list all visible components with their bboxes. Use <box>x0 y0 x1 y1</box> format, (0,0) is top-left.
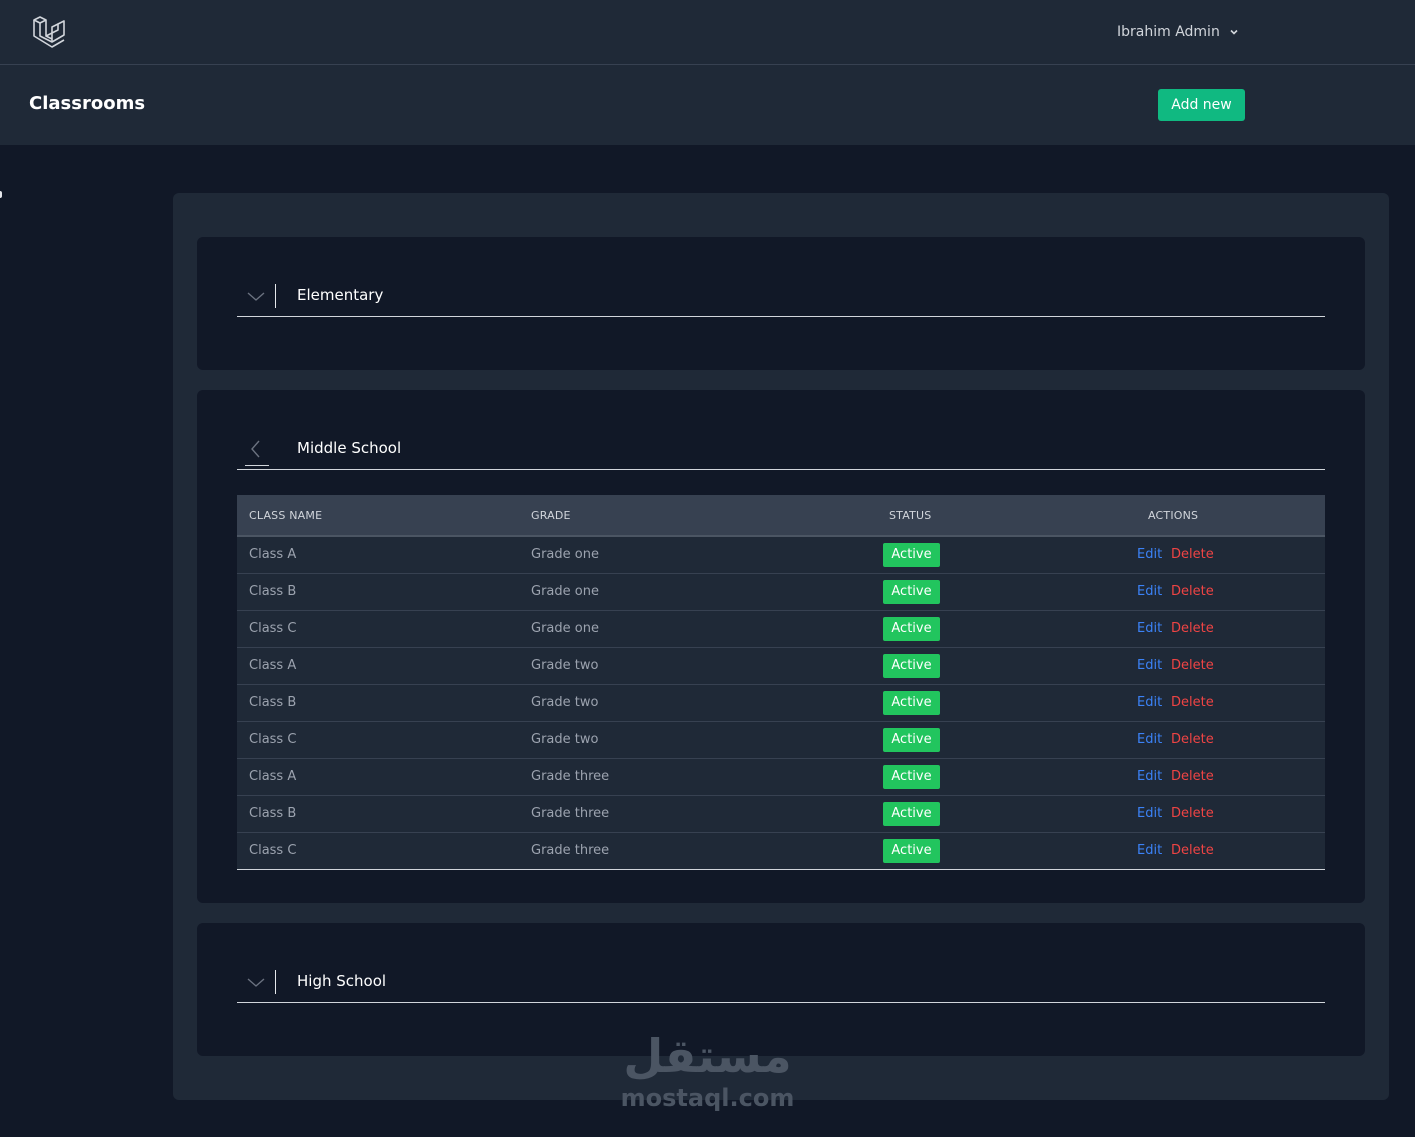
chevron-left-icon <box>251 440 260 458</box>
page-header: Classrooms Add new <box>0 65 1415 145</box>
delete-link[interactable]: Delete <box>1171 806 1214 821</box>
edit-link[interactable]: Edit <box>1137 769 1162 784</box>
user-menu[interactable]: Ibrahim Admin <box>1117 22 1240 42</box>
class-name-cell: Class B <box>249 584 297 599</box>
section-elementary: Elementary <box>197 237 1365 370</box>
table-row: Class B Grade two Active Edit Delete <box>237 685 1325 722</box>
class-name-cell: Class A <box>249 769 297 784</box>
content-card: Elementary Middle School CLASS NAME GRAD… <box>173 193 1389 1100</box>
watermark-logo-latin: mostaql.com <box>620 1084 795 1112</box>
table-row: Class C Grade three Active Edit Delete <box>237 833 1325 870</box>
delete-link[interactable]: Delete <box>1171 621 1214 636</box>
accordion-active-indicator <box>245 465 269 466</box>
table-row: Class B Grade three Active Edit Delete <box>237 796 1325 833</box>
section-title: High School <box>297 972 387 990</box>
table-header: CLASS NAME GRADE STATUS ACTIONS <box>237 495 1325 537</box>
delete-link[interactable]: Delete <box>1171 732 1214 747</box>
edit-link[interactable]: Edit <box>1137 584 1162 599</box>
class-name-cell: Class B <box>249 806 297 821</box>
table-row: Class A Grade three Active Edit Delete <box>237 759 1325 796</box>
class-name-cell: Class C <box>249 843 297 858</box>
watermark: مستقل mostaql.com <box>620 1028 795 1118</box>
section-title: Elementary <box>297 286 384 304</box>
delete-link[interactable]: Delete <box>1171 769 1214 784</box>
top-navbar: Ibrahim Admin <box>0 0 1415 65</box>
laravel-logo-icon[interactable] <box>31 14 67 50</box>
table-body: Class A Grade one Active Edit Delete Class B G… <box>237 537 1325 870</box>
grade-cell: Grade three <box>531 843 610 858</box>
add-new-button[interactable]: Add new <box>1158 89 1245 121</box>
table-row: Class A Grade two Active Edit Delete <box>237 648 1325 685</box>
delete-link[interactable]: Delete <box>1171 547 1214 562</box>
status-badge: Active <box>883 543 940 567</box>
edit-link[interactable]: Edit <box>1137 732 1162 747</box>
class-name-cell: Class A <box>249 658 297 673</box>
delete-link[interactable]: Delete <box>1171 584 1214 599</box>
column-header-class-name: CLASS NAME <box>249 509 323 522</box>
edit-link[interactable]: Edit <box>1137 621 1162 636</box>
chevron-down-icon <box>247 292 265 301</box>
edge-marker <box>0 191 2 198</box>
accordion-header-high-school[interactable]: High School <box>237 958 1325 1003</box>
user-name: Ibrahim Admin <box>1117 24 1220 40</box>
section-middle-school: Middle School CLASS NAME GRADE STATUS AC… <box>197 390 1365 903</box>
status-badge: Active <box>883 617 940 641</box>
grade-cell: Grade two <box>531 695 599 710</box>
status-badge: Active <box>883 802 940 826</box>
grade-cell: Grade one <box>531 621 599 636</box>
grade-cell: Grade two <box>531 732 599 747</box>
status-badge: Active <box>883 580 940 604</box>
grade-cell: Grade three <box>531 769 610 784</box>
status-badge: Active <box>883 765 940 789</box>
delete-link[interactable]: Delete <box>1171 843 1214 858</box>
table-row: Class C Grade one Active Edit Delete <box>237 611 1325 648</box>
chevron-down-icon <box>247 978 265 987</box>
edit-link[interactable]: Edit <box>1137 695 1162 710</box>
column-header-actions: ACTIONS <box>1148 509 1199 522</box>
column-header-grade: GRADE <box>531 509 571 522</box>
grade-cell: Grade one <box>531 584 599 599</box>
accordion-header-middle-school[interactable]: Middle School <box>237 425 1325 470</box>
edit-link[interactable]: Edit <box>1137 658 1162 673</box>
grade-cell: Grade three <box>531 806 610 821</box>
grade-cell: Grade one <box>531 547 599 562</box>
accordion-header-elementary[interactable]: Elementary <box>237 272 1325 317</box>
class-name-cell: Class C <box>249 621 297 636</box>
delete-link[interactable]: Delete <box>1171 695 1214 710</box>
page-title: Classrooms <box>29 93 146 114</box>
table-row: Class C Grade two Active Edit Delete <box>237 722 1325 759</box>
table-row: Class B Grade one Active Edit Delete <box>237 574 1325 611</box>
class-name-cell: Class B <box>249 695 297 710</box>
status-badge: Active <box>883 654 940 678</box>
status-badge: Active <box>883 839 940 863</box>
status-badge: Active <box>883 691 940 715</box>
column-header-status: STATUS <box>889 509 932 522</box>
edit-link[interactable]: Edit <box>1137 843 1162 858</box>
classrooms-table: CLASS NAME GRADE STATUS ACTIONS Class A G… <box>237 495 1325 870</box>
chevron-down-icon <box>1230 29 1238 35</box>
watermark-logo-arabic: مستقل <box>623 1029 792 1083</box>
class-name-cell: Class C <box>249 732 297 747</box>
class-name-cell: Class A <box>249 547 297 562</box>
delete-link[interactable]: Delete <box>1171 658 1214 673</box>
accordion-divider <box>275 970 276 994</box>
status-badge: Active <box>883 728 940 752</box>
section-title: Middle School <box>297 439 402 457</box>
edit-link[interactable]: Edit <box>1137 547 1162 562</box>
edit-link[interactable]: Edit <box>1137 806 1162 821</box>
table-row: Class A Grade one Active Edit Delete <box>237 537 1325 574</box>
accordion-divider <box>275 284 276 308</box>
grade-cell: Grade two <box>531 658 599 673</box>
